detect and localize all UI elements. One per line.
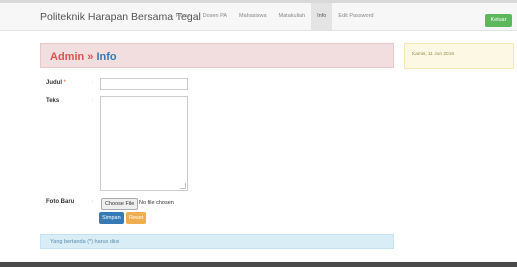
nav-home[interactable]: Home xyxy=(170,3,197,30)
nav-matakuliah[interactable]: Matakuliah xyxy=(273,3,312,30)
judul-input[interactable] xyxy=(100,78,188,90)
file-status: No file chosen xyxy=(139,200,174,206)
page-title: Admin » Info xyxy=(50,51,117,63)
required-note-box: Yang bertanda (*) harus diisi xyxy=(40,234,394,249)
page-title-box: Admin » Info xyxy=(40,43,394,68)
choose-file-button[interactable]: Choose File xyxy=(101,198,139,210)
teks-colon: : xyxy=(92,98,94,104)
save-button[interactable]: Simpan xyxy=(99,212,124,224)
main-nav: Home Dosen PA Mahasiswa Matakuliah Info … xyxy=(170,3,380,30)
teks-label: Teks xyxy=(46,98,60,104)
nav-edit-password[interactable]: Edit Password xyxy=(332,3,379,30)
nav-dosen-pa[interactable]: Dosen PA xyxy=(197,3,233,30)
window-bottom-edge xyxy=(0,262,517,267)
current-date: Kamis, 11 Jun 2015 xyxy=(412,52,455,57)
required-note: Yang bertanda (*) harus diisi xyxy=(50,239,120,245)
required-mark: * xyxy=(63,80,67,86)
title-info: Info xyxy=(96,51,117,63)
foto-colon: : xyxy=(92,199,94,205)
teks-textarea[interactable] xyxy=(100,96,188,191)
judul-label-text: Judul xyxy=(46,80,62,86)
navbar: Politeknik Harapan Bersama Tegal Home Do… xyxy=(0,3,517,31)
logout-button[interactable]: Keluar xyxy=(485,14,512,27)
nav-mahasiswa[interactable]: Mahasiswa xyxy=(233,3,273,30)
reset-button[interactable]: Reset xyxy=(126,212,147,224)
judul-colon: : xyxy=(92,80,94,86)
nav-info[interactable]: Info xyxy=(311,3,333,30)
title-separator: » xyxy=(87,51,94,63)
judul-label: Judul * xyxy=(46,80,66,86)
resize-handle-icon[interactable] xyxy=(180,183,186,189)
foto-label: Foto Baru xyxy=(46,199,75,205)
date-box: Kamis, 11 Jun 2015 xyxy=(404,43,514,69)
title-admin: Admin xyxy=(50,51,85,63)
